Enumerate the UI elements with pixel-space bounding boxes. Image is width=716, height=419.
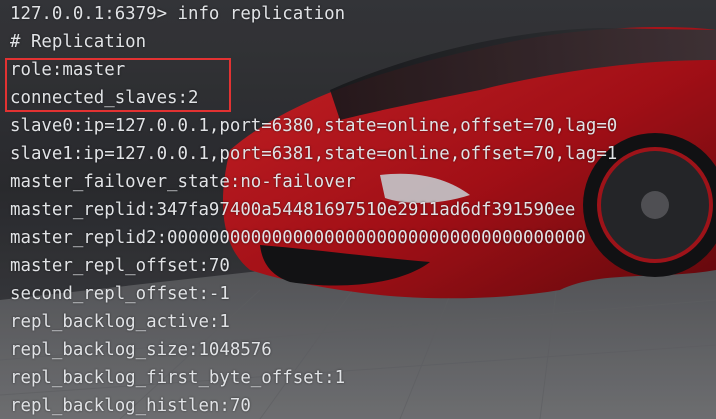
slave1-line: slave1:ip=127.0.0.1,port=6381,state=onli…	[10, 144, 618, 164]
repl-backlog-histlen-line: repl_backlog_histlen:70	[10, 396, 251, 416]
master-replid-line: master_replid:347fa97400a54481697510e291…	[10, 200, 576, 220]
command-prompt-line: 127.0.0.1:6379> info replication	[10, 4, 346, 24]
master-repl-offset-line: master_repl_offset:70	[10, 256, 230, 276]
slave0-line: slave0:ip=127.0.0.1,port=6380,state=onli…	[10, 116, 618, 136]
highlight-box	[5, 58, 231, 112]
terminal-output: 127.0.0.1:6379> info replication # Repli…	[0, 0, 716, 419]
second-repl-offset-line: second_repl_offset:-1	[10, 284, 230, 304]
master-replid2-line: master_replid2:0000000000000000000000000…	[10, 228, 586, 248]
section-header-line: # Replication	[10, 32, 147, 52]
repl-backlog-size-line: repl_backlog_size:1048576	[10, 340, 272, 360]
repl-backlog-active-line: repl_backlog_active:1	[10, 312, 230, 332]
repl-backlog-first-byte-offset-line: repl_backlog_first_byte_offset:1	[10, 368, 346, 388]
failover-state-line: master_failover_state:no-failover	[10, 172, 356, 192]
